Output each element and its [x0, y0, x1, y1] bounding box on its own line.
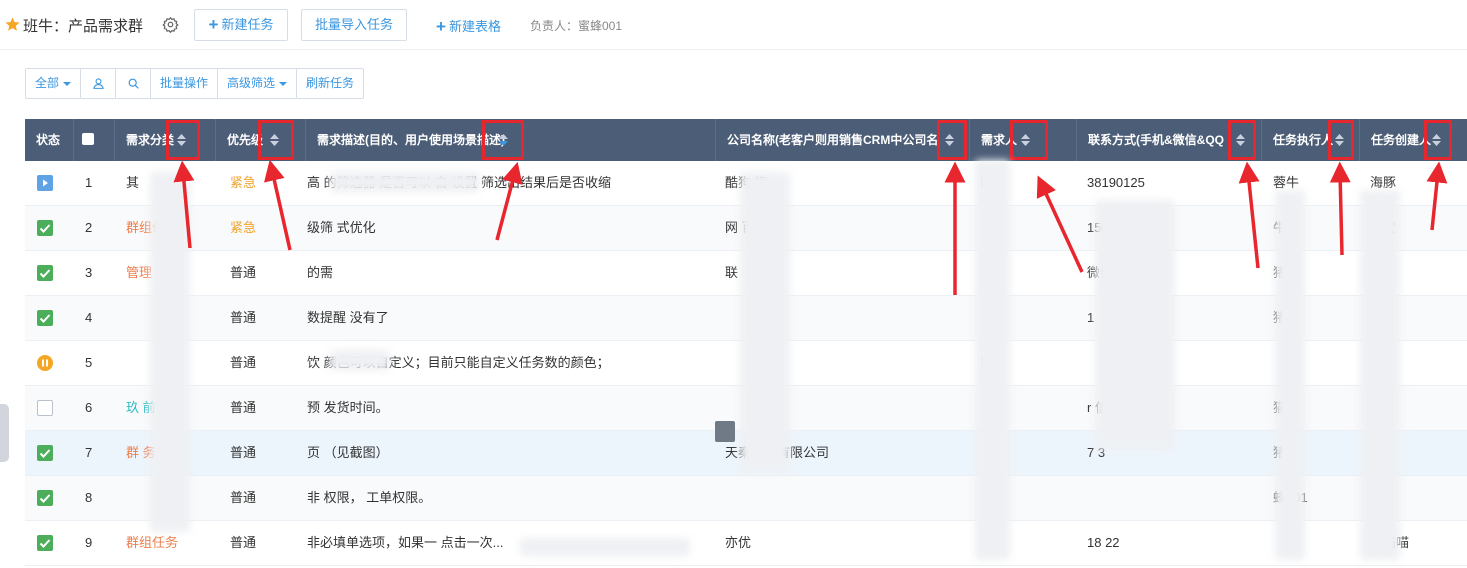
plus-icon: + [436, 17, 446, 36]
new-table-button[interactable]: + 新建表格 [436, 16, 501, 37]
cell-priority: 紧急 [230, 220, 257, 235]
task-toolbar: 全部 批量操作 高级筛选 刷新任务 [25, 68, 365, 99]
cell-category: 其 [126, 175, 140, 190]
select-all-checkbox[interactable] [82, 133, 94, 145]
col-company[interactable]: 公司名称(老客户则用销售CRM中公司名 [716, 119, 970, 161]
annotation-box [258, 120, 294, 160]
refresh-tasks-button[interactable]: 刷新任务 [297, 69, 363, 98]
redaction [975, 160, 1010, 560]
cell-description: 预 发货时间。 [307, 400, 389, 415]
owner-label: 负责人：蜜蜂001 [530, 19, 623, 33]
filter-all-dropdown[interactable]: 全部 [26, 69, 82, 98]
sidebar-toggle-handle[interactable] [0, 404, 9, 462]
col-status[interactable]: 状态 [25, 119, 74, 161]
cell-contact: 18 22 [1087, 535, 1120, 550]
cell-no: 5 [85, 355, 93, 370]
status-pause-icon[interactable] [37, 355, 53, 371]
caret-down-icon [279, 81, 288, 86]
status-done-icon[interactable] [37, 535, 53, 551]
table-row[interactable]: 8普通非 权限， 工单权限。蜂001 01 [25, 476, 1467, 521]
redaction [1095, 200, 1175, 450]
tooltip [715, 421, 735, 442]
table-row[interactable]: 9群组任务普通非必填单选项，如果一 点击一次...亦优18 22宝喵喵 [25, 521, 1467, 566]
cell-no: 4 [85, 310, 93, 325]
cell-contact: 1 [1087, 310, 1095, 325]
status-done-icon[interactable] [37, 445, 53, 461]
annotation-box [1424, 120, 1452, 160]
cell-priority: 普通 [230, 490, 257, 505]
cell-no: 8 [85, 490, 93, 505]
redaction [330, 350, 390, 370]
status-done-icon[interactable] [37, 310, 53, 326]
col-select-all[interactable] [74, 119, 115, 161]
annotation-box [1010, 120, 1048, 160]
user-icon [92, 78, 104, 89]
cell-company: 联 [725, 265, 739, 280]
cell-no: 3 [85, 265, 93, 280]
cell-description: 非 权限， 工单权限。 [307, 490, 432, 505]
new-task-button[interactable]: + 新建任务 [194, 9, 288, 41]
annotation-box [1228, 120, 1256, 160]
plus-icon: + [208, 15, 219, 34]
member-filter-button[interactable] [81, 69, 117, 98]
redaction [150, 172, 190, 532]
cell-category: 管理 [126, 265, 153, 280]
cell-description: 的需 [307, 265, 334, 280]
cell-description: 非必填单选项，如果一 点击一次... [307, 535, 504, 550]
cell-description: 页 （见截图） [307, 445, 389, 460]
annotation-box [166, 120, 200, 160]
status-done-icon[interactable] [37, 490, 53, 506]
cell-no: 6 [85, 400, 93, 415]
redaction [330, 172, 480, 192]
cell-description: 级筛 式优化 [307, 220, 376, 235]
annotation-box [1328, 120, 1354, 160]
cell-priority: 普通 [230, 310, 257, 325]
caret-down-icon [63, 81, 72, 86]
redaction [520, 538, 690, 556]
advanced-filter-dropdown[interactable]: 高级筛选 [218, 69, 298, 98]
cell-company: 亦优 [725, 535, 752, 550]
annotation-box [482, 120, 524, 160]
redaction [740, 172, 790, 472]
cell-priority: 普通 [230, 400, 257, 415]
redaction [1360, 190, 1400, 560]
cell-priority: 普通 [230, 265, 257, 280]
cell-contact: 38190125 [1087, 175, 1145, 190]
cell-description: 数提醒 没有了 [307, 310, 389, 325]
redaction [1275, 190, 1305, 560]
cell-priority: 普通 [230, 535, 257, 550]
status-empty-icon[interactable] [37, 400, 53, 416]
search-button[interactable] [116, 69, 152, 98]
cell-no: 7 [85, 445, 93, 460]
status-done-icon[interactable] [37, 265, 53, 281]
group-title: 班牛：产品需求群 [23, 18, 144, 35]
cell-no: 1 [85, 175, 93, 190]
status-play-icon[interactable] [37, 175, 53, 191]
top-header: 班牛：产品需求群 + 新建任务 批量导入任务 + 新建表格 负责人：蜜蜂001 [0, 0, 1467, 50]
status-done-icon[interactable] [37, 220, 53, 236]
star-icon[interactable] [4, 16, 21, 33]
gear-icon[interactable] [162, 16, 179, 33]
cell-priority: 普通 [230, 355, 257, 370]
batch-ops-button[interactable]: 批量操作 [151, 69, 219, 98]
cell-priority: 紧急 [230, 175, 257, 190]
batch-import-button[interactable]: 批量导入任务 [301, 9, 407, 41]
cell-priority: 普通 [230, 445, 257, 460]
annotation-box [937, 120, 967, 160]
search-icon [128, 78, 139, 89]
cell-no: 9 [85, 535, 93, 550]
cell-no: 2 [85, 220, 93, 235]
